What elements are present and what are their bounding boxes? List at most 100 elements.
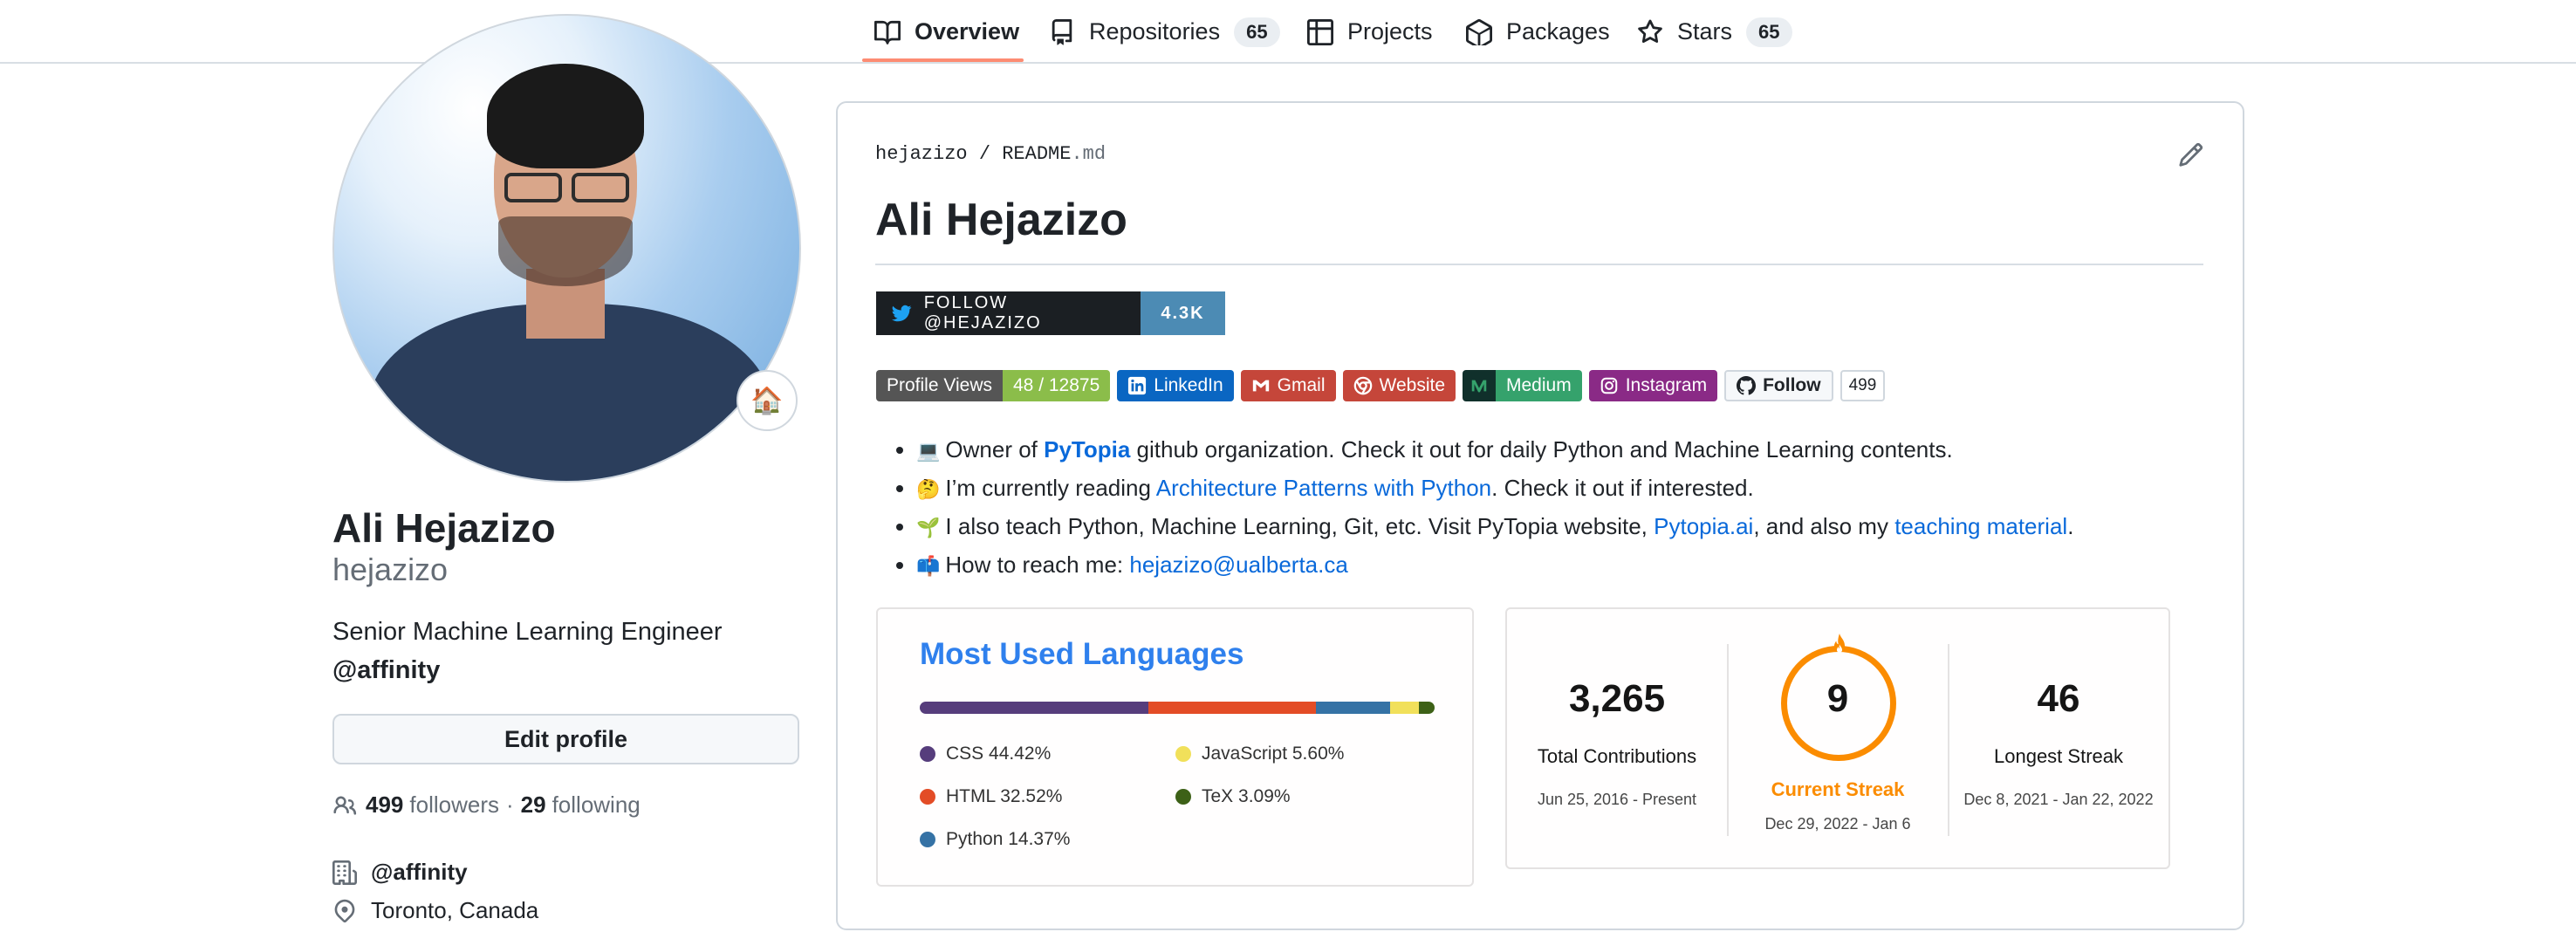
profile-bio-org-link[interactable]: @affinity bbox=[332, 656, 440, 685]
followers-link[interactable]: 499 followers bbox=[366, 792, 499, 819]
edit-profile-button[interactable]: Edit profile bbox=[332, 714, 799, 764]
laptop-icon: 💻 bbox=[916, 440, 941, 462]
bullet-text: , and also my bbox=[1753, 513, 1895, 539]
tab-projects[interactable]: Projects bbox=[1307, 0, 1433, 64]
tex-dot bbox=[1175, 789, 1191, 805]
profile-username: hejazizo bbox=[332, 552, 449, 587]
vcard-location: Toronto, Canada bbox=[332, 897, 538, 924]
twitter-follower-count: 4.3K bbox=[1141, 291, 1225, 335]
github-follower-count-label: 499 bbox=[1848, 376, 1877, 394]
longest-streak-range: Dec 8, 2021 - Jan 22, 2022 bbox=[1963, 791, 2154, 808]
avatar[interactable] bbox=[332, 14, 801, 483]
instagram-icon bbox=[1600, 377, 1617, 394]
badge-row: Profile Views 48 / 12875 LinkedIn Gmail … bbox=[876, 370, 1892, 401]
following-link[interactable]: 29 following bbox=[521, 792, 641, 819]
stars-counter: 65 bbox=[1746, 17, 1792, 47]
javascript-dot bbox=[1175, 746, 1191, 762]
people-icon bbox=[333, 796, 357, 815]
profile-tab-nav: Overview Repositories 65 Projects Packag… bbox=[0, 0, 2576, 64]
tab-label: Repositories bbox=[1089, 18, 1221, 45]
languages-bar bbox=[920, 702, 1435, 714]
followers-count: 499 bbox=[366, 792, 404, 818]
language-item-css: CSS 44.42% bbox=[920, 744, 1051, 764]
instagram-badge[interactable]: Instagram bbox=[1588, 370, 1718, 401]
bullet-text: I also teach Python, Machine Learning, G… bbox=[945, 513, 1655, 539]
pytopia-website-link[interactable]: Pytopia.ai bbox=[1654, 513, 1753, 539]
instagram-label: Instagram bbox=[1625, 375, 1708, 395]
tab-label: Projects bbox=[1347, 18, 1433, 45]
bullet-text: . bbox=[2067, 513, 2074, 539]
language-label: JavaScript 5.60% bbox=[1202, 744, 1345, 764]
twitter-follow-badge[interactable]: FOLLOW @HEJAZIZO 4.3K bbox=[876, 291, 1225, 335]
followers-label: followers bbox=[409, 792, 499, 818]
github-streak-card[interactable]: 3,265 Total Contributions Jun 25, 2016 -… bbox=[1505, 607, 2170, 869]
email-link[interactable]: hejazizo@ualberta.ca bbox=[1129, 552, 1347, 578]
tab-packages[interactable]: Packages bbox=[1466, 0, 1610, 64]
medium-label: Medium bbox=[1496, 370, 1582, 401]
pencil-icon[interactable] bbox=[2178, 141, 2204, 168]
avatar-beard bbox=[498, 216, 633, 286]
github-follow-badge[interactable]: Follow bbox=[1724, 370, 1833, 401]
twitter-icon bbox=[892, 305, 912, 322]
bullet-text: Owner of bbox=[945, 436, 1045, 463]
list-item: 📫How to reach me: hejazizo@ualberta.ca bbox=[916, 550, 2073, 588]
language-label: HTML 32.52% bbox=[946, 786, 1063, 806]
readme-file-link[interactable]: README.md bbox=[1002, 143, 1106, 165]
total-contributions-value: 3,265 bbox=[1568, 677, 1666, 720]
github-follow-label: Follow bbox=[1763, 375, 1821, 395]
book-link[interactable]: Architecture Patterns with Python bbox=[1156, 475, 1491, 501]
teaching-material-link[interactable]: teaching material bbox=[1894, 513, 2067, 539]
list-item: 🤔I’m currently reading Architecture Patt… bbox=[916, 473, 2073, 511]
gmail-label: Gmail bbox=[1277, 375, 1326, 395]
bullet-text: I’m currently reading bbox=[945, 475, 1156, 501]
readme-file-ext: .md bbox=[1071, 143, 1106, 165]
follow-separator: · bbox=[505, 792, 514, 818]
language-label: Python 14.37% bbox=[946, 829, 1071, 849]
readme-heading: Ali Hejazizo bbox=[875, 195, 1127, 245]
tab-repositories[interactable]: Repositories 65 bbox=[1049, 0, 1280, 64]
medium-icon bbox=[1471, 380, 1487, 393]
status-emoji-button[interactable]: 🏠 bbox=[736, 370, 798, 431]
readme-path-slash: / bbox=[978, 143, 991, 165]
most-used-languages-card[interactable]: Most Used Languages CSS 44.42% HTML 32.5… bbox=[876, 607, 1474, 887]
following-label: following bbox=[552, 792, 641, 818]
github-follower-count[interactable]: 499 bbox=[1840, 370, 1886, 401]
readme-owner-link[interactable]: hejazizo bbox=[875, 143, 968, 165]
html-dot bbox=[920, 789, 935, 805]
github-icon bbox=[1737, 376, 1757, 395]
tab-stars[interactable]: Stars 65 bbox=[1637, 0, 1792, 64]
profile-fullname: Ali Hejazizo bbox=[332, 505, 556, 551]
tab-overview[interactable]: Overview bbox=[874, 0, 1019, 64]
streak-divider bbox=[1727, 644, 1729, 836]
website-label: Website bbox=[1379, 375, 1445, 395]
repo-icon bbox=[1052, 18, 1072, 45]
longest-streak-label: Longest Streak bbox=[1994, 745, 2123, 767]
linkedin-badge[interactable]: LinkedIn bbox=[1117, 370, 1234, 401]
bullet-text: How to reach me: bbox=[945, 552, 1130, 578]
house-icon: 🏠 bbox=[750, 386, 784, 415]
current-streak-label: Current Streak bbox=[1771, 778, 1905, 800]
medium-badge[interactable]: Medium bbox=[1463, 370, 1582, 401]
total-contributions-label: Total Contributions bbox=[1537, 745, 1697, 767]
language-item-javascript: JavaScript 5.60% bbox=[1175, 744, 1344, 764]
package-icon bbox=[1466, 18, 1492, 45]
profile-bio: Senior Machine Learning Engineer bbox=[332, 618, 723, 646]
vcard-organization-label: @affinity bbox=[371, 859, 468, 885]
avatar-glasses-right bbox=[572, 173, 629, 202]
language-bar-segment bbox=[1315, 702, 1390, 714]
seedling-icon: 🌱 bbox=[916, 517, 941, 538]
bullet-text: . Check it out if interested. bbox=[1491, 475, 1754, 501]
profile-views-value: 48 / 12875 bbox=[1003, 370, 1111, 401]
gmail-badge[interactable]: Gmail bbox=[1240, 370, 1336, 401]
language-bar-segment bbox=[1148, 702, 1316, 714]
python-dot bbox=[920, 832, 935, 847]
readme-bullet-list: 💻Owner of PyTopia github organization. C… bbox=[895, 435, 2073, 588]
css-dot bbox=[920, 746, 935, 762]
readme-file-base: README bbox=[1002, 143, 1072, 165]
website-badge[interactable]: Website bbox=[1342, 370, 1456, 401]
fire-icon bbox=[1833, 634, 1846, 653]
pytopia-link[interactable]: PyTopia bbox=[1044, 436, 1130, 463]
tab-label: Overview bbox=[915, 18, 1020, 45]
vcard-organization[interactable]: @affinity bbox=[332, 859, 468, 886]
language-bar-segment bbox=[920, 702, 1149, 714]
